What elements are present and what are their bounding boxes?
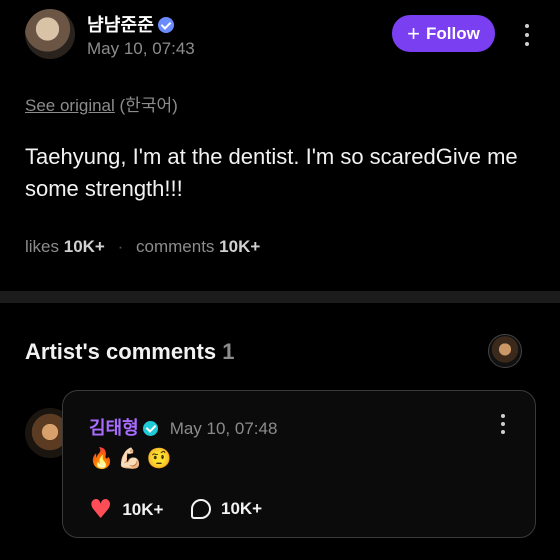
section-divider [0, 291, 560, 303]
comment-text: 🔥💪🏻🤨 [89, 446, 176, 470]
verified-badge-icon [158, 17, 175, 33]
follow-button[interactable]: + Follow [392, 15, 495, 52]
post-time: May 10, 07:43 [87, 39, 195, 58]
post-stats: likes 10K+ · comments 10K+ [25, 237, 260, 257]
author-header: 냠냠준준 [87, 11, 175, 37]
comments-label: comments [136, 237, 215, 256]
comment-card[interactable]: 김태형 May 10, 07:48 🔥💪🏻🤨 ♥ 10K+ 10K+ [62, 390, 536, 538]
likes-label: likes [25, 237, 60, 256]
artist-comments-count: 1 [222, 339, 235, 364]
comment-replies-count: 10K+ [221, 499, 263, 518]
verified-badge-icon [142, 421, 158, 436]
comment-header: 김태형 May 10, 07:48 [89, 414, 277, 440]
comment-likes-count: 10K+ [122, 500, 164, 519]
more-options-icon[interactable] [524, 24, 530, 46]
see-original: See original (한국어) [25, 91, 178, 116]
comment-like-button[interactable]: ♥ 10K+ [89, 497, 163, 523]
author-avatar[interactable] [25, 9, 75, 59]
comment-reply-button[interactable]: 10K+ [191, 499, 262, 519]
stats-separator: · [117, 237, 124, 256]
artist-comments-title: Artist's comments [25, 339, 217, 364]
post-text: Taehyung, I'm at the dentist. I'm so sca… [25, 144, 518, 201]
see-original-link[interactable]: See original [25, 96, 115, 115]
comment-bubble-icon [191, 499, 211, 519]
author-name[interactable]: 냠냠준준 [87, 15, 154, 35]
heart-icon: ♥ [89, 495, 113, 525]
follow-label: Follow [426, 23, 480, 43]
original-language: (한국어) [119, 96, 178, 115]
artist-comments-header: Artist's comments 1 [25, 339, 234, 365]
plus-icon: + [407, 20, 421, 46]
comments-count[interactable]: 10K+ [219, 237, 260, 256]
comment-more-icon[interactable] [500, 414, 506, 434]
comment-author[interactable]: 김태형 [89, 418, 139, 438]
comment-time: May 10, 07:48 [169, 419, 278, 438]
artist-avatar-small[interactable] [488, 334, 522, 368]
likes-count[interactable]: 10K+ [64, 237, 105, 256]
